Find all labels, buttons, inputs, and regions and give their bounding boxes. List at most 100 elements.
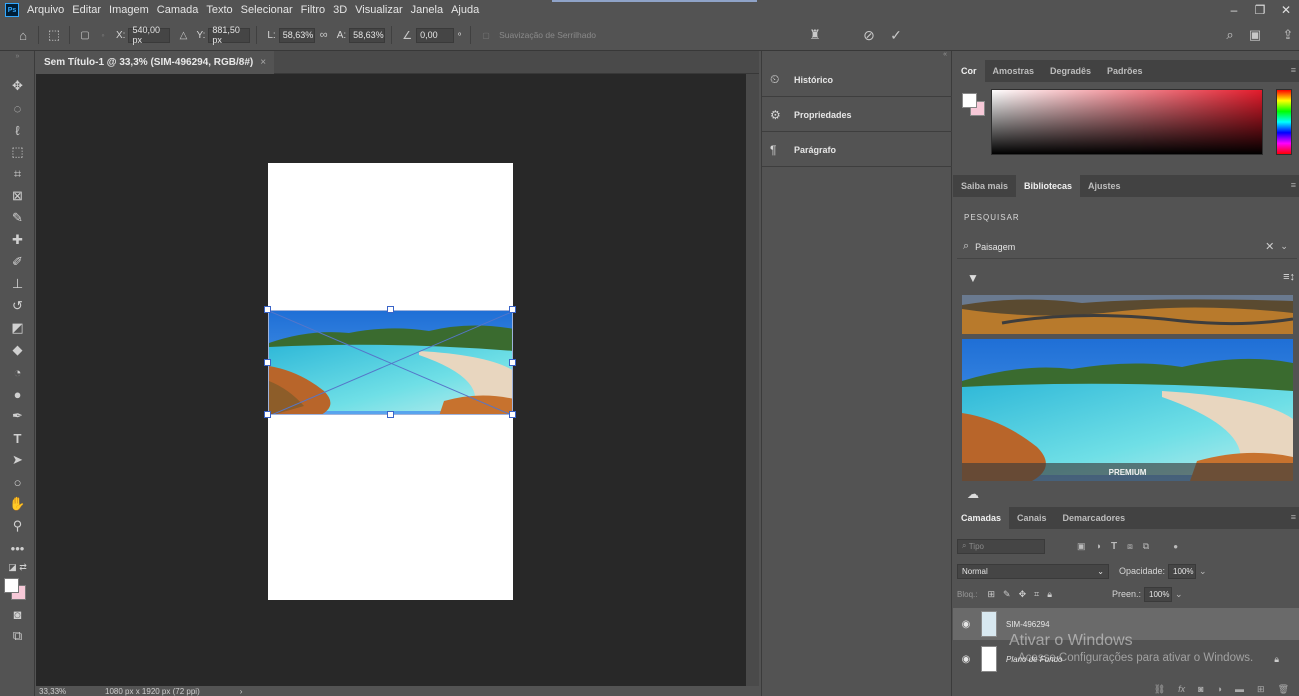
- hue-slider[interactable]: [1276, 89, 1292, 155]
- crop-tool-icon[interactable]: ⌗: [0, 163, 35, 185]
- panel-grip-icon[interactable]: »: [0, 51, 35, 61]
- tab-camadas[interactable]: Camadas: [953, 507, 1010, 529]
- chevron-down-icon[interactable]: ⌄: [1199, 566, 1207, 577]
- tab-padroes[interactable]: Padrões: [1099, 60, 1151, 82]
- image-filter-icon[interactable]: ▣: [1077, 541, 1086, 552]
- hand-tool-icon[interactable]: ✋: [0, 493, 35, 515]
- history-brush-tool-icon[interactable]: ↺: [0, 295, 35, 317]
- lock-all-icon[interactable]: 🔒︎: [1047, 589, 1052, 600]
- menu-3d[interactable]: 3D: [333, 4, 347, 16]
- placed-landscape-image[interactable]: [268, 310, 513, 415]
- zoom-tool-icon[interactable]: ⚲: [0, 515, 35, 537]
- filter-icon[interactable]: ▼: [967, 271, 979, 285]
- brush-tool-icon[interactable]: ✐: [0, 251, 35, 273]
- cancel-transform-icon[interactable]: ⊘: [860, 26, 878, 44]
- tab-ajustes[interactable]: Ajustes: [1080, 175, 1129, 197]
- menu-camada[interactable]: Camada: [157, 4, 199, 16]
- path-select-tool-icon[interactable]: ➤: [0, 449, 35, 471]
- swap-colors-icon[interactable]: ◪ ⇄: [0, 559, 35, 575]
- document-scrollbar[interactable]: [746, 74, 759, 686]
- menu-filtro[interactable]: Filtro: [301, 4, 325, 16]
- move-tool-icon[interactable]: ✥: [0, 75, 35, 97]
- tab-cor[interactable]: Cor: [953, 60, 985, 82]
- new-layer-icon[interactable]: ⊞: [1257, 684, 1265, 695]
- tab-saiba-mais[interactable]: Saiba mais: [953, 175, 1016, 197]
- status-expand-icon[interactable]: ›: [240, 687, 243, 696]
- smart-object-filter-icon[interactable]: ⧉: [1143, 541, 1149, 552]
- smoothing-checkbox[interactable]: ▢: [477, 26, 495, 44]
- zoom-level[interactable]: 33,33%: [39, 687, 99, 696]
- panel-menu-icon[interactable]: ≡: [1291, 180, 1296, 190]
- transform-handle-bottom-left[interactable]: [264, 411, 271, 418]
- menu-selecionar[interactable]: Selecionar: [241, 4, 293, 16]
- panel-paragrafo[interactable]: ¶ Parágrafo: [762, 133, 952, 167]
- lock-position-icon[interactable]: ✥: [1019, 589, 1027, 600]
- delete-layer-icon[interactable]: 🗑︎: [1278, 684, 1289, 695]
- link-layers-icon[interactable]: ⛓: [1154, 684, 1165, 695]
- panel-propriedades[interactable]: ⚙ Propriedades: [762, 98, 952, 132]
- close-icon[interactable]: ✕: [1273, 0, 1299, 20]
- screen-mode-icon[interactable]: ⧉: [0, 625, 35, 647]
- chevron-down-icon[interactable]: ⌄: [1280, 241, 1288, 252]
- library-search-input[interactable]: [975, 241, 1256, 252]
- layer-name[interactable]: Plano de Fundo: [1006, 655, 1063, 664]
- fx-icon[interactable]: fx: [1178, 684, 1185, 694]
- transform-handle-bottom-center[interactable]: [387, 411, 394, 418]
- menu-arquivo[interactable]: Arquivo: [27, 4, 64, 16]
- tab-degrades[interactable]: Degradês: [1042, 60, 1099, 82]
- restore-icon[interactable]: ❐: [1247, 0, 1273, 20]
- reference-point-icon[interactable]: ▢: [76, 26, 94, 44]
- relative-position-icon[interactable]: ◦: [94, 26, 112, 44]
- y-field[interactable]: 881,50 px: [208, 25, 251, 45]
- library-result-mountain[interactable]: [962, 295, 1293, 334]
- menu-ajuda[interactable]: Ajuda: [451, 4, 479, 16]
- tab-canais[interactable]: Canais: [1009, 507, 1055, 529]
- cloud-icon[interactable]: ☁: [967, 487, 979, 501]
- search-icon[interactable]: ⌕: [1221, 26, 1239, 44]
- opacity-field[interactable]: 100%: [1168, 563, 1197, 579]
- link-icon[interactable]: ∞: [315, 26, 333, 44]
- lock-artboard-icon[interactable]: ⌗: [1034, 589, 1039, 600]
- marquee-tool-icon[interactable]: ◌: [0, 97, 35, 119]
- pen-tool-icon[interactable]: ✒: [0, 405, 35, 427]
- commit-transform-icon[interactable]: ✓: [887, 26, 905, 44]
- dodge-tool-icon[interactable]: ●: [0, 383, 35, 405]
- transform-handle-bottom-right[interactable]: [509, 411, 516, 418]
- workspace-icon[interactable]: ▣: [1246, 26, 1264, 44]
- adjustment-layer-icon[interactable]: ◑: [1217, 684, 1222, 694]
- warp-icon[interactable]: ♜: [806, 26, 824, 44]
- eyedropper-tool-icon[interactable]: ✎: [0, 207, 35, 229]
- panel-menu-icon[interactable]: ≡: [1291, 65, 1296, 75]
- transform-handle-top-right[interactable]: [509, 306, 516, 313]
- menu-imagem[interactable]: Imagem: [109, 4, 149, 16]
- visibility-eye-icon[interactable]: ◉: [953, 654, 979, 665]
- home-icon[interactable]: ⌂: [14, 26, 32, 44]
- more-tools-icon[interactable]: •••: [0, 537, 35, 559]
- type-tool-icon[interactable]: T: [0, 427, 35, 449]
- chevron-down-icon[interactable]: ⌄: [1175, 589, 1183, 600]
- foreground-color-swatch[interactable]: [962, 93, 977, 108]
- canvas-area[interactable]: [36, 74, 746, 686]
- new-group-icon[interactable]: ▬: [1235, 684, 1244, 694]
- lock-pixels-icon[interactable]: ✎: [1003, 589, 1011, 600]
- fill-field[interactable]: 100%: [1144, 586, 1173, 602]
- blend-mode-select[interactable]: Normal ⌄: [957, 563, 1109, 579]
- quick-mask-icon[interactable]: ◙: [0, 603, 35, 625]
- layer-row-plano-de-fundo[interactable]: ◉ Plano de Fundo 🔒︎: [953, 643, 1299, 675]
- close-tab-icon[interactable]: ×: [260, 57, 266, 68]
- lasso-tool-icon[interactable]: ℓ: [0, 119, 35, 141]
- tab-demarcadores[interactable]: Demarcadores: [1055, 507, 1134, 529]
- layer-kind-filter[interactable]: ⌕ Tipo: [957, 538, 1045, 554]
- transform-handle-middle-left[interactable]: [264, 359, 271, 366]
- document-tab[interactable]: Sem Título-1 @ 33,3% (SIM-496294, RGB/8#…: [36, 51, 275, 74]
- type-filter-icon[interactable]: T: [1111, 541, 1117, 552]
- ellipse-tool-icon[interactable]: ○: [0, 471, 35, 493]
- clear-search-icon[interactable]: ✕: [1265, 240, 1274, 253]
- visibility-eye-icon[interactable]: ◉: [953, 619, 979, 630]
- x-field[interactable]: 540,00 px: [128, 25, 171, 45]
- panel-historico[interactable]: ⏲ Histórico: [762, 63, 952, 97]
- sort-icon[interactable]: ≡↕: [1283, 271, 1295, 283]
- transform-reference-icon[interactable]: ⬚: [45, 26, 63, 44]
- quick-select-tool-icon[interactable]: ⬚: [0, 141, 35, 163]
- layer-name[interactable]: SIM-496294: [1006, 620, 1050, 629]
